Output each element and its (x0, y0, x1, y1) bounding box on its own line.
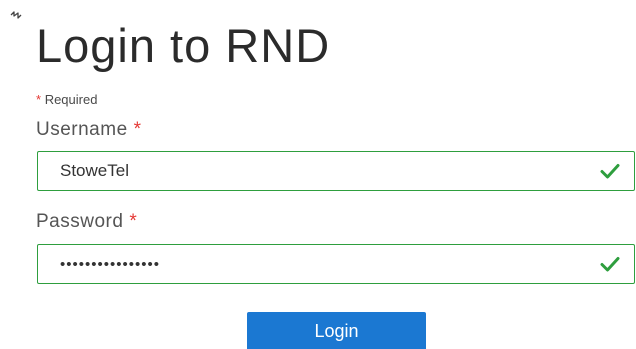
password-label: Password * (36, 211, 137, 233)
username-field (37, 151, 635, 191)
password-label-text: Password (36, 211, 124, 232)
username-input[interactable] (38, 152, 578, 190)
login-button[interactable]: Login (247, 312, 426, 349)
password-required-asterisk: * (129, 211, 138, 232)
password-input[interactable] (38, 245, 578, 283)
username-label-text: Username (36, 119, 128, 140)
username-label: Username * (36, 119, 142, 141)
loading-swirl-icon (10, 11, 22, 19)
page-title: Login to RND (36, 19, 331, 72)
required-note-text: Required (44, 92, 98, 107)
login-page: Login to RND * Required Username* Passwo… (0, 0, 636, 349)
username-required-asterisk: * (133, 119, 142, 140)
checkmark-icon (600, 257, 620, 272)
required-note: * Required (36, 92, 97, 108)
password-field (37, 244, 635, 284)
required-asterisk: * (36, 92, 42, 107)
checkmark-icon (600, 164, 620, 179)
